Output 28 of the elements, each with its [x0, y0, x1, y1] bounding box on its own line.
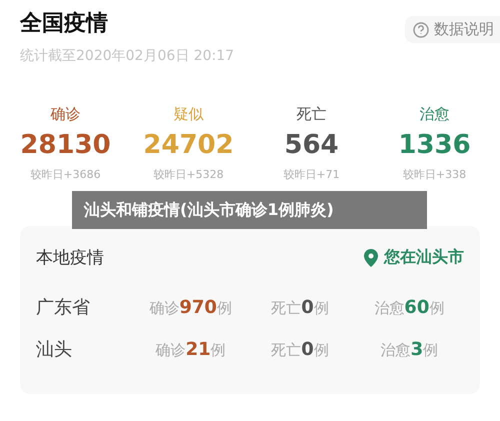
region-stat: 治愈60例: [373, 296, 446, 318]
location-pin-icon: [364, 248, 378, 266]
stat-change: 较昨日+5328: [153, 167, 224, 182]
stat-value: 28130: [20, 130, 111, 160]
help-icon: [413, 22, 429, 38]
stat-value: 24702: [143, 130, 234, 160]
location-text[interactable]: 您在汕头市: [384, 247, 464, 268]
caption-banner: 汕头和铺疫情(汕头市确诊1例肺炎): [72, 191, 427, 229]
stat-label: 确诊: [50, 105, 80, 124]
stat-change: 较昨日+338: [402, 167, 466, 182]
card-title: 本地疫情: [36, 247, 104, 269]
stat-label: 疑似: [174, 105, 204, 124]
stat-change: 较昨日+71: [283, 167, 340, 182]
page-title: 全国疫情: [20, 10, 108, 38]
region-name: 汕头: [36, 338, 73, 361]
region-stat: 确诊970例: [148, 296, 233, 318]
region-stat: 治愈3例: [380, 338, 440, 360]
timestamp: 统计截至2020年02月06日 20:17: [19, 47, 236, 65]
region-stat: 死亡0例: [270, 338, 330, 360]
region-name: 广东省: [36, 296, 91, 319]
region-stat: 确诊21例: [154, 338, 227, 360]
region-stat: 死亡0例: [270, 296, 330, 318]
stat-value: 1336: [398, 130, 471, 160]
stat-label: 死亡: [296, 105, 326, 124]
stat-change: 较昨日+3686: [30, 167, 101, 182]
stat-value: 564: [284, 130, 339, 160]
help-button[interactable]: 数据说明: [405, 16, 500, 43]
stat-label: 治愈: [420, 105, 450, 124]
